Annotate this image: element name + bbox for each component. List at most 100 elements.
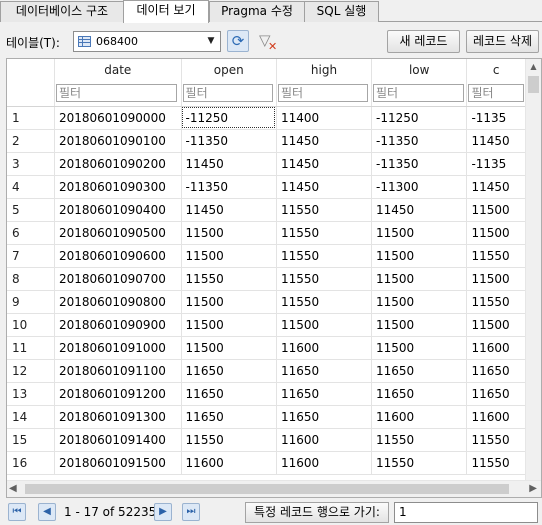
table-row[interactable]: 16 20180601091500 11600 11600 11550 11550 <box>7 451 526 475</box>
table-row[interactable]: 11 20180601091000 11500 11600 11500 11600 <box>7 336 526 360</box>
table-cell[interactable]: 11500 <box>181 313 277 337</box>
column-header[interactable]: open <box>181 59 277 81</box>
table-row[interactable]: 3 20180601090200 11450 11450 -11350 -1135 <box>7 152 526 176</box>
table-cell[interactable]: -11350 <box>181 175 277 199</box>
table-cell[interactable]: 11450 <box>181 152 277 176</box>
table-cell[interactable]: 11650 <box>276 359 373 383</box>
table-cell[interactable]: 20180601091100 <box>54 359 182 383</box>
table-row[interactable]: 14 20180601091300 11650 11650 11600 11600 <box>7 405 526 429</box>
table-cell[interactable]: -11250 <box>371 106 468 130</box>
filter-input[interactable]: 필터 <box>182 84 274 103</box>
table-row[interactable]: 1 20180601090000 -11250 11400 -11250 -1135 <box>7 106 526 130</box>
table-cell[interactable]: 20180601091500 <box>54 451 182 475</box>
table-cell[interactable]: -11350 <box>371 152 468 176</box>
table-cell[interactable]: 20180601090100 <box>54 129 182 153</box>
table-row[interactable]: 15 20180601091400 11550 11600 11550 11550 <box>7 428 526 452</box>
table-row[interactable]: 4 20180601090300 -11350 11450 -11300 11450 <box>7 175 526 199</box>
table-cell[interactable]: 11650 <box>181 382 277 406</box>
table-cell[interactable]: 11500 <box>181 336 277 360</box>
table-cell[interactable]: 11600 <box>276 336 373 360</box>
table-row[interactable]: 8 20180601090700 11550 11550 11500 11500 <box>7 267 526 291</box>
table-cell[interactable]: 11600 <box>181 451 277 475</box>
table-cell[interactable]: 20180601090200 <box>54 152 182 176</box>
previous-page-icon[interactable]: ◀ <box>38 503 56 521</box>
table-cell[interactable]: -11300 <box>371 175 468 199</box>
last-page-icon[interactable]: ⏭ <box>182 503 200 521</box>
tab-database-structure[interactable]: 데이터베이스 구조 <box>0 1 124 22</box>
table-cell[interactable]: 20180601090800 <box>54 290 182 314</box>
column-header[interactable]: c <box>466 59 526 81</box>
table-cell[interactable]: 20180601091400 <box>54 428 182 452</box>
column-header[interactable]: low <box>371 59 468 81</box>
table-cell[interactable]: -11250 <box>181 106 277 130</box>
table-cell[interactable]: 11600 <box>466 336 526 360</box>
refresh-icon[interactable]: ⟳ <box>227 30 249 52</box>
table-cell[interactable]: 11500 <box>371 267 468 291</box>
chevron-down-icon[interactable]: ▼ <box>204 34 218 49</box>
goto-record-button[interactable]: 특정 레코드 행으로 가기: <box>245 502 389 523</box>
table-cell[interactable]: 11600 <box>276 428 373 452</box>
table-cell[interactable]: 11450 <box>276 129 373 153</box>
delete-record-button[interactable]: 레코드 삭제 <box>466 30 539 53</box>
table-cell[interactable]: 11500 <box>466 267 526 291</box>
table-cell[interactable]: 11500 <box>181 244 277 268</box>
table-cell[interactable]: 11650 <box>276 405 373 429</box>
table-cell[interactable]: 11450 <box>466 175 526 199</box>
vertical-scrollbar[interactable]: ▲ <box>525 59 541 481</box>
horizontal-scroll-thumb[interactable] <box>25 484 509 494</box>
goto-record-input[interactable]: 1 <box>394 502 538 523</box>
table-cell[interactable]: 11500 <box>466 313 526 337</box>
column-header[interactable]: date <box>54 59 182 81</box>
table-cell[interactable]: 11650 <box>276 382 373 406</box>
tab-browse-data[interactable]: 데이터 보기 <box>123 0 209 23</box>
table-cell[interactable]: 20180601090900 <box>54 313 182 337</box>
filter-input[interactable]: 필터 <box>277 84 369 103</box>
table-cell[interactable]: -11350 <box>181 129 277 153</box>
table-cell[interactable]: 11500 <box>466 221 526 245</box>
table-cell[interactable]: 11500 <box>466 198 526 222</box>
scroll-up-icon[interactable]: ▲ <box>526 59 541 75</box>
table-cell[interactable]: -1135 <box>466 152 526 176</box>
table-cell[interactable]: 20180601090700 <box>54 267 182 291</box>
table-cell[interactable]: 11550 <box>371 428 468 452</box>
clear-filters-icon[interactable]: ▽ ✕ <box>257 30 279 53</box>
table-cell[interactable]: 11550 <box>466 244 526 268</box>
table-cell[interactable]: 11500 <box>371 290 468 314</box>
table-row[interactable]: 12 20180601091100 11650 11650 11650 11650 <box>7 359 526 383</box>
table-cell[interactable]: 20180601090300 <box>54 175 182 199</box>
table-row[interactable]: 9 20180601090800 11500 11550 11500 11550 <box>7 290 526 314</box>
table-row[interactable]: 6 20180601090500 11500 11550 11500 11500 <box>7 221 526 245</box>
table-cell[interactable]: 11600 <box>371 405 468 429</box>
table-cell[interactable]: 20180601091000 <box>54 336 182 360</box>
table-cell[interactable]: 20180601091200 <box>54 382 182 406</box>
filter-input[interactable]: 필터 <box>55 84 177 103</box>
table-cell[interactable]: 11400 <box>276 106 373 130</box>
table-cell[interactable]: 11450 <box>371 198 468 222</box>
table-cell[interactable]: 20180601090600 <box>54 244 182 268</box>
table-cell[interactable]: 20180601090000 <box>54 106 182 130</box>
table-cell[interactable]: 11500 <box>181 221 277 245</box>
table-cell[interactable]: 11600 <box>276 451 373 475</box>
table-cell[interactable]: 11650 <box>371 382 468 406</box>
table-cell[interactable]: 11550 <box>276 290 373 314</box>
table-cell[interactable]: 11500 <box>181 290 277 314</box>
filter-input[interactable]: 필터 <box>373 84 464 103</box>
table-cell[interactable]: 11550 <box>466 428 526 452</box>
table-cell[interactable]: 11450 <box>276 152 373 176</box>
table-cell[interactable]: 11500 <box>371 313 468 337</box>
table-cell[interactable]: 11550 <box>276 267 373 291</box>
table-cell[interactable]: 11650 <box>181 405 277 429</box>
table-cell[interactable]: 20180601090500 <box>54 221 182 245</box>
table-cell[interactable]: 11550 <box>181 428 277 452</box>
table-cell[interactable]: 11550 <box>276 244 373 268</box>
vertical-scroll-thumb[interactable] <box>528 76 539 93</box>
tab-execute-sql[interactable]: SQL 실행 <box>304 1 379 22</box>
table-cell[interactable]: 11550 <box>181 267 277 291</box>
table-cell[interactable]: -11350 <box>371 129 468 153</box>
table-cell[interactable]: 11450 <box>181 198 277 222</box>
table-row[interactable]: 13 20180601091200 11650 11650 11650 11650 <box>7 382 526 406</box>
table-cell[interactable]: -1135 <box>466 106 526 130</box>
table-select[interactable]: 068400 ▼ <box>73 31 221 52</box>
next-page-icon[interactable]: ▶ <box>154 503 172 521</box>
horizontal-scrollbar[interactable]: ◀ ▶ <box>7 480 541 497</box>
